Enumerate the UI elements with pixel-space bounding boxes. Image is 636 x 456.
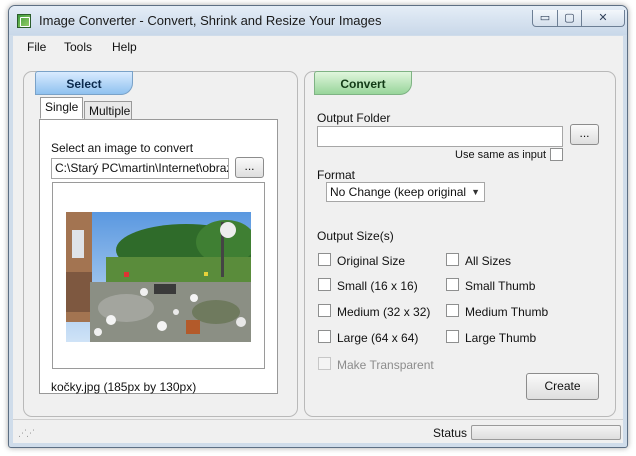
title-bar[interactable]: Image Converter - Convert, Shrink and Re… bbox=[9, 6, 627, 35]
menu-help[interactable]: Help bbox=[112, 40, 137, 54]
image-preview-frame bbox=[52, 182, 265, 369]
close-button[interactable]: ✕ bbox=[581, 10, 625, 27]
checkbox-large-64[interactable] bbox=[318, 330, 331, 343]
checkbox-small-16[interactable] bbox=[318, 278, 331, 291]
close-icon: ✕ bbox=[598, 12, 608, 24]
use-same-checkbox[interactable] bbox=[550, 148, 563, 161]
image-converter-icon bbox=[17, 14, 31, 28]
output-sizes-label: Output Size(s) bbox=[317, 229, 394, 243]
convert-panel-header: Convert bbox=[314, 71, 412, 95]
checkbox-make-transparent[interactable] bbox=[318, 357, 331, 370]
status-label: Status bbox=[433, 426, 468, 440]
label-original-size: Original Size bbox=[337, 254, 406, 268]
format-dropdown[interactable]: No Change (keep original format) ▼ bbox=[326, 182, 485, 202]
use-same-label: Use same as input bbox=[455, 149, 547, 161]
label-large-thumb: Large Thumb bbox=[465, 331, 537, 345]
status-progress-bar bbox=[471, 425, 621, 440]
maximize-icon: ▢ bbox=[564, 12, 575, 24]
image-info-caption: kočky.jpg (185px by 130px) bbox=[51, 380, 197, 394]
browse-image-button[interactable]: ... bbox=[235, 157, 264, 178]
minimize-button[interactable]: ▭ bbox=[532, 10, 558, 27]
create-button[interactable]: Create bbox=[526, 373, 599, 400]
client-area: Select Single Multiple Select an image t… bbox=[13, 58, 623, 443]
menu-file[interactable]: File bbox=[27, 40, 46, 54]
label-medium-32: Medium (32 x 32) bbox=[337, 305, 431, 319]
tab-multiple[interactable]: Multiple bbox=[84, 101, 132, 121]
chevron-down-icon: ▼ bbox=[471, 187, 480, 197]
format-selected-value: No Change (keep original format) bbox=[330, 185, 468, 199]
status-bar: ⋰⋰ Status bbox=[13, 419, 623, 443]
minimize-icon: ▭ bbox=[539, 12, 551, 24]
label-large-64: Large (64 x 64) bbox=[337, 331, 419, 345]
browse-output-button[interactable]: ... bbox=[570, 124, 599, 145]
image-path-input[interactable]: C:\Starý PC\martin\Internet\obrazky bbox=[51, 158, 229, 179]
tab-single[interactable]: Single bbox=[40, 97, 83, 119]
label-make-transparent: Make Transparent bbox=[337, 358, 434, 372]
checkbox-all-sizes[interactable] bbox=[446, 253, 459, 266]
label-all-sizes: All Sizes bbox=[465, 254, 512, 268]
label-medium-thumb: Medium Thumb bbox=[465, 305, 549, 319]
image-preview bbox=[66, 212, 251, 342]
checkbox-medium-thumb[interactable] bbox=[446, 304, 459, 317]
format-label: Format bbox=[317, 168, 356, 182]
checkbox-large-thumb[interactable] bbox=[446, 330, 459, 343]
checkbox-original-size[interactable] bbox=[318, 253, 331, 266]
checkbox-small-thumb[interactable] bbox=[446, 278, 459, 291]
menu-tools[interactable]: Tools bbox=[64, 40, 92, 54]
output-folder-label: Output Folder bbox=[317, 111, 391, 125]
output-folder-input[interactable] bbox=[317, 126, 563, 147]
app-window: Image Converter - Convert, Shrink and Re… bbox=[8, 5, 628, 448]
menu-bar: File Tools Help bbox=[13, 36, 623, 58]
label-small-thumb: Small Thumb bbox=[465, 279, 536, 293]
maximize-button[interactable]: ▢ bbox=[557, 10, 582, 27]
select-image-label: Select an image to convert bbox=[51, 141, 194, 155]
window-title: Image Converter - Convert, Shrink and Re… bbox=[39, 13, 382, 28]
select-panel-header: Select bbox=[35, 71, 133, 95]
label-small-16: Small (16 x 16) bbox=[337, 279, 418, 293]
checkbox-medium-32[interactable] bbox=[318, 304, 331, 317]
resize-grip-icon[interactable]: ⋰⋰ bbox=[18, 428, 35, 439]
